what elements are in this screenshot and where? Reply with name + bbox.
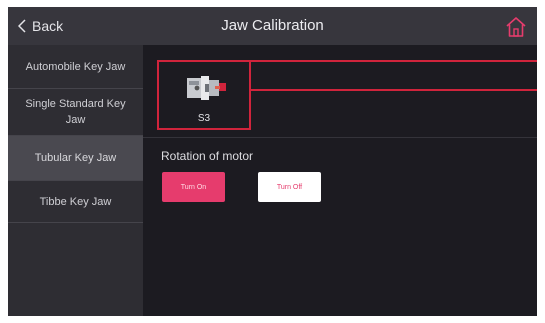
divider [143, 137, 537, 138]
sidebar-item-tubular-key-jaw[interactable]: Tubular Key Jaw [8, 136, 143, 181]
jaw-card-label: S3 [197, 113, 211, 124]
jaw-card-s3[interactable]: S3 [157, 60, 251, 130]
sidebar-item-label: Tubular Key Jaw [34, 152, 117, 164]
jaw-clamp-icon [187, 76, 226, 100]
selection-highlight [251, 60, 537, 91]
sidebar: Automobile Key Jaw Single Standard Key J… [8, 45, 143, 316]
sidebar-item-single-standard-key-jaw[interactable]: Single Standard Key Jaw [8, 89, 143, 136]
home-icon[interactable] [505, 16, 527, 38]
section-label-rotation: Rotation of motor [161, 149, 254, 163]
header-bar: Back Jaw Calibration [8, 7, 537, 45]
page-title: Jaw Calibration [221, 17, 324, 34]
sidebar-item-automobile-key-jaw[interactable]: Automobile Key Jaw [8, 45, 143, 89]
turn-off-button[interactable]: Turn Off [258, 172, 321, 202]
sidebar-item-tibbe-key-jaw[interactable]: Tibbe Key Jaw [8, 181, 143, 223]
app-window: Back Jaw Calibration Automobile Key Jaw … [8, 7, 537, 316]
sidebar-item-label: Single Standard Key Jaw [25, 98, 126, 126]
main-panel: S3 Rotation of motor Turn On Turn Off [143, 45, 537, 316]
sidebar-item-label: Tibbe Key Jaw [39, 195, 112, 208]
turn-on-button[interactable]: Turn On [162, 172, 225, 202]
sidebar-item-label: Automobile Key Jaw [25, 60, 126, 73]
